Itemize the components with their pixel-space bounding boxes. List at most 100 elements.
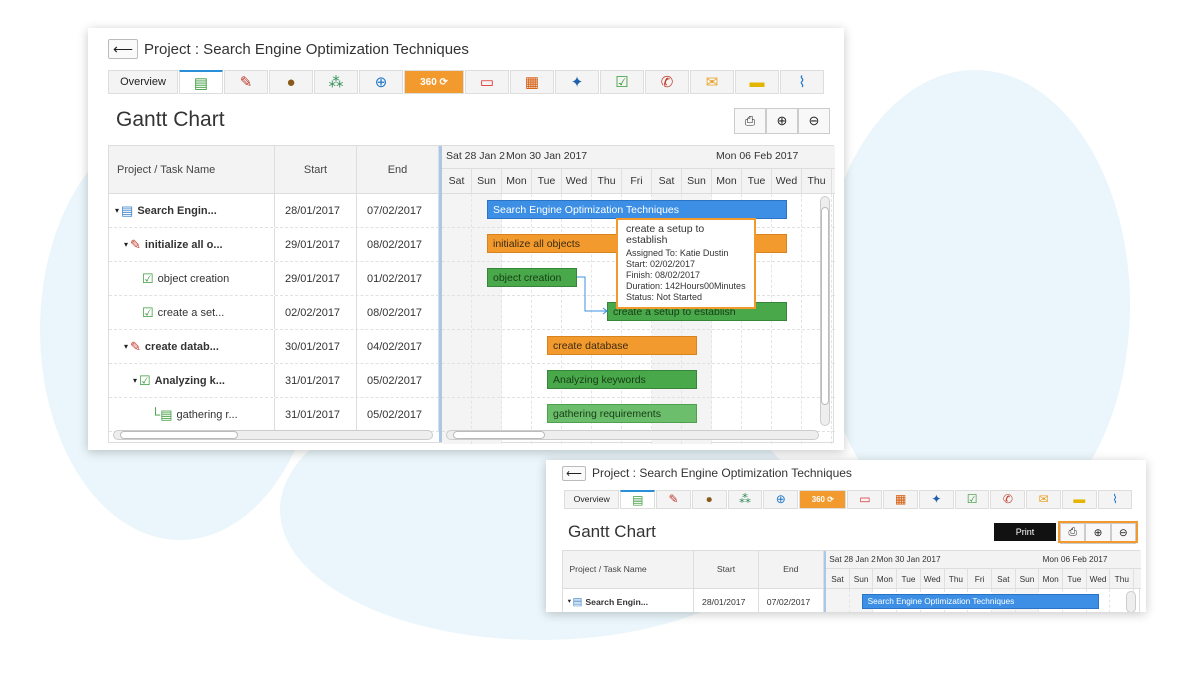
task-start-cell: 31/01/2017 <box>275 398 357 431</box>
tooltip-finish: Finish: 08/02/2017 <box>626 269 701 280</box>
project-icon: ▤ <box>121 202 134 218</box>
scrollbar-thumb[interactable] <box>453 431 545 439</box>
tab-overview[interactable]: Overview <box>108 70 178 94</box>
expand-toggle-icon[interactable]: ▾ <box>124 342 128 351</box>
gantt-bar[interactable]: gathering requirements <box>547 404 697 423</box>
scrollbar-thumb[interactable] <box>120 431 238 439</box>
tab-mail[interactable]: ✉ <box>690 70 734 94</box>
tab-paperclip[interactable]: ⌇ <box>1097 490 1133 509</box>
tab-overview[interactable]: Overview <box>564 490 620 509</box>
tab-paperclip[interactable]: ⌇ <box>780 70 824 94</box>
timeline-day-label: Sun <box>1016 568 1040 589</box>
timeline-day-label: Tue <box>1063 568 1087 589</box>
task-end-cell: 01/02/2017 <box>357 262 439 295</box>
zoom-out-button[interactable]: ⊖ <box>798 108 830 134</box>
team-icon: ⁂ <box>328 74 344 91</box>
tab-bill[interactable]: ▭ <box>465 70 509 94</box>
table-row[interactable]: ▾ ▤ Search Engin... 28/01/2017 07/02/2017 <box>109 194 439 228</box>
timeline-body: Search Engine Optimization Techniques ini… <box>442 194 835 444</box>
gantt-title: Gantt Chart <box>116 108 225 131</box>
column-header-end: End <box>758 551 824 589</box>
task-name[interactable]: Analyzing k... <box>155 375 225 387</box>
task-name-cell: ▾ ✎ initialize all o... <box>109 228 275 261</box>
checklist-icon: ☑ <box>615 74 629 91</box>
table-row[interactable]: ▾ ▤ Search Engin... 28/01/2017 07/02/2017 <box>563 588 824 612</box>
timeline-day-label: Mon <box>502 168 532 194</box>
task-name-cell: ▾ ▤ Search Engin... <box>563 588 695 612</box>
tab-globe[interactable]: ⊕ <box>763 490 799 509</box>
tab-note[interactable]: ▬ <box>1061 490 1097 509</box>
mail-icon: ✉ <box>1038 492 1049 507</box>
tab-task[interactable]: ✎ <box>656 490 691 509</box>
table-row[interactable]: ▾ ✎ initialize all o... 29/01/2017 08/02/201… <box>109 228 439 262</box>
table-row[interactable]: ▾ ✎ create datab... 30/01/2017 04/02/2017 <box>109 330 439 364</box>
vertical-scrollbar[interactable] <box>1126 590 1136 612</box>
expand-toggle-icon[interactable]: ▾ <box>115 206 119 215</box>
expand-toggle-icon[interactable]: ▾ <box>568 598 571 605</box>
timeline-body: Search Engine Optimization Techniques <box>826 588 1141 612</box>
task-name[interactable]: create a set... <box>158 307 225 319</box>
tab-360[interactable]: 360 ⟳ <box>404 70 464 94</box>
tab-checklist[interactable]: ☑ <box>600 70 644 94</box>
task-name[interactable]: gathering r... <box>177 409 238 421</box>
table-row[interactable]: ▾ ☑ Analyzing k... 31/01/2017 05/02/2017 <box>109 364 439 398</box>
task-name[interactable]: create datab... <box>145 341 219 353</box>
task-start-cell: 31/01/2017 <box>275 364 357 397</box>
tab-team[interactable]: ⁂ <box>314 70 358 94</box>
task-name[interactable]: initialize all o... <box>145 239 223 251</box>
zoomed-window: ⟵ Project : Search Engine Optimization T… <box>546 460 1146 612</box>
tab-team[interactable]: ⁂ <box>727 490 763 509</box>
tab-360[interactable]: 360 ⟳ <box>799 490 847 509</box>
zoom-in-button[interactable]: ⊕ <box>766 108 798 134</box>
tab-phone[interactable]: ✆ <box>990 490 1026 509</box>
tab-calendar[interactable]: ▦ <box>883 490 918 509</box>
task-icon: ✎ <box>130 236 141 252</box>
task-end-cell: 05/02/2017 <box>357 364 439 397</box>
gantt-bar[interactable]: Analyzing keywords <box>547 370 697 389</box>
expand-toggle-icon[interactable]: ▾ <box>133 376 137 385</box>
tab-globe[interactable]: ⊕ <box>359 70 403 94</box>
timeline-day-label: Sat <box>992 568 1016 589</box>
timeline-horizontal-scrollbar[interactable] <box>446 430 819 440</box>
timeline-day-label: Wed <box>921 568 945 589</box>
tab-task[interactable]: ✎ <box>224 70 268 94</box>
tab-pin[interactable]: ✦ <box>918 490 954 509</box>
task-name-cell: ▾ ✎ create datab... <box>109 330 275 363</box>
task-name[interactable]: object creation <box>158 273 230 285</box>
tab-mail[interactable]: ✉ <box>1026 490 1061 509</box>
task-icon: ✎ <box>239 74 253 91</box>
gantt-bar[interactable]: object creation <box>487 268 577 287</box>
left-horizontal-scrollbar[interactable] <box>113 430 433 440</box>
table-row[interactable]: └▤ gathering r... 31/01/2017 05/02/2017 <box>109 398 439 432</box>
task-name[interactable]: Search Engin... <box>585 597 648 607</box>
tab-checklist[interactable]: ☑ <box>954 490 990 509</box>
timeline-week-label: Mon 30 Jan 2017 <box>876 554 941 565</box>
task-name[interactable]: Search Engin... <box>137 205 216 217</box>
gantt-bar[interactable]: create database <box>547 336 697 355</box>
tab-calendar[interactable]: ▦ <box>510 70 554 94</box>
gantt-bar[interactable]: Search Engine Optimization Techniques <box>861 593 1099 609</box>
table-row[interactable]: ☑ create a set... 02/02/2017 08/02/2017 <box>109 296 439 330</box>
vertical-scrollbar[interactable] <box>820 196 830 426</box>
gantt-bar[interactable]: Search Engine Optimization Techniques <box>487 200 787 219</box>
tab-gantt[interactable]: ▤ <box>179 70 223 94</box>
back-button[interactable]: ⟵ <box>562 465 586 481</box>
table-row[interactable]: ☑ object creation 29/01/2017 01/02/2017 <box>109 262 439 296</box>
note-icon: ▬ <box>749 73 765 91</box>
tab-bill[interactable]: ▭ <box>847 490 883 509</box>
calendar-icon: ▦ <box>894 492 907 507</box>
tab-label: Overview <box>120 76 166 88</box>
tab-money-bag[interactable]: ● <box>691 490 727 509</box>
print-button[interactable]: ⎙ <box>734 108 766 134</box>
tab-gantt[interactable]: ▤ <box>620 490 656 509</box>
tab-money-bag[interactable]: ● <box>269 70 313 94</box>
timeline-day-label: Wed <box>1087 568 1111 589</box>
back-button[interactable]: ⟵ <box>108 39 138 59</box>
tab-phone[interactable]: ✆ <box>645 70 689 94</box>
expand-toggle-icon[interactable]: ▾ <box>124 240 128 249</box>
scrollbar-thumb[interactable] <box>821 207 829 405</box>
tab-pin[interactable]: ✦ <box>555 70 599 94</box>
tab-note[interactable]: ▬ <box>735 70 779 94</box>
timeline-day-label: Fri <box>622 168 652 194</box>
timeline-day-label: Sun <box>682 168 712 194</box>
